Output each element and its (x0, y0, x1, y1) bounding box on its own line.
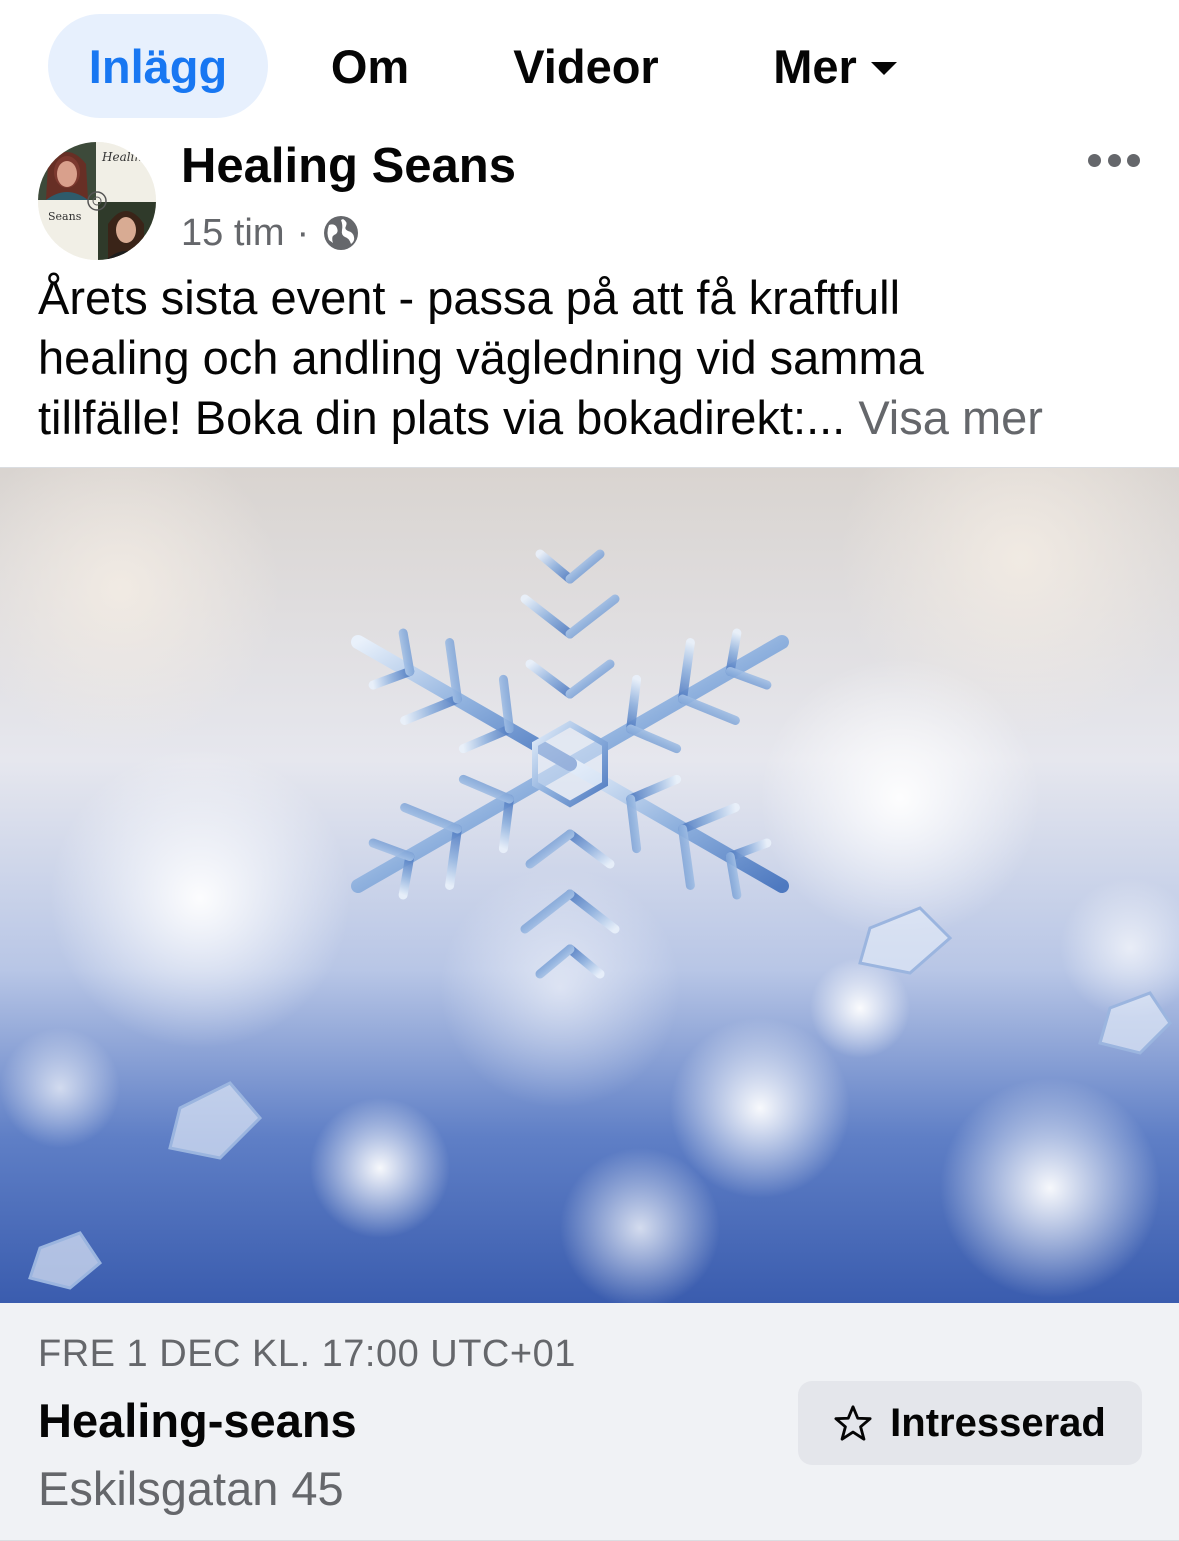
post-text-line: Årets sista event - passa på att få kraf… (38, 271, 901, 324)
dot (1088, 153, 1101, 167)
tab-mer[interactable]: Mer (745, 14, 925, 118)
post-text: Årets sista event - passa på att få kraf… (38, 268, 1148, 448)
post-text-line: tillfälle! Boka din plats via bokadirekt… (38, 391, 846, 444)
post-meta: 15 tim · (181, 208, 361, 258)
dot (1107, 153, 1121, 167)
avatar-text-top: Healing (102, 150, 150, 164)
caret-down-icon (870, 61, 897, 75)
avatar-text-bottom: Seans (48, 210, 82, 223)
dot (1127, 153, 1140, 167)
post-text-line-last: tillfälle! Boka din plats via bokadirekt… (38, 388, 1148, 448)
event-card[interactable]: FRE 1 DEC KL. 17:00 UTC+01 Healing-seans… (0, 1303, 1179, 1541)
snowflake-photo (0, 468, 1179, 1303)
interested-label: Intresserad (890, 1400, 1106, 1445)
tab-label: Inlägg (88, 39, 228, 93)
meta-separator: · (296, 211, 310, 254)
tab-label: Videor (513, 39, 659, 93)
post-time[interactable]: 15 tim (181, 212, 284, 255)
tab-inlagg[interactable]: Inlägg (48, 14, 268, 118)
tab-videor[interactable]: Videor (488, 14, 684, 118)
avatar[interactable]: Healing Seans (38, 142, 156, 260)
post-image[interactable] (0, 467, 1179, 1303)
facebook-page-feed: Inlägg Om Videor Mer Healing Seans Heali… (0, 0, 1179, 1541)
author-name[interactable]: Healing Seans (181, 138, 516, 194)
globe-icon (324, 216, 359, 250)
see-more-link[interactable]: Visa mer (858, 391, 1043, 444)
page-tabs: Inlägg Om Videor Mer (0, 0, 1179, 128)
event-date: FRE 1 DEC KL. 17:00 UTC+01 (38, 1333, 576, 1375)
tab-label: Mer (773, 39, 857, 93)
tab-om[interactable]: Om (308, 14, 432, 118)
post-text-line: healing och andling vägledning vid samma (38, 331, 924, 384)
event-title[interactable]: Healing-seans (38, 1393, 357, 1448)
post-options-button[interactable] (1082, 138, 1146, 182)
star-icon (834, 1405, 872, 1441)
interested-button[interactable]: Intresserad (798, 1381, 1142, 1465)
event-location: Eskilsgatan 45 (38, 1462, 344, 1515)
tab-label: Om (330, 39, 410, 93)
